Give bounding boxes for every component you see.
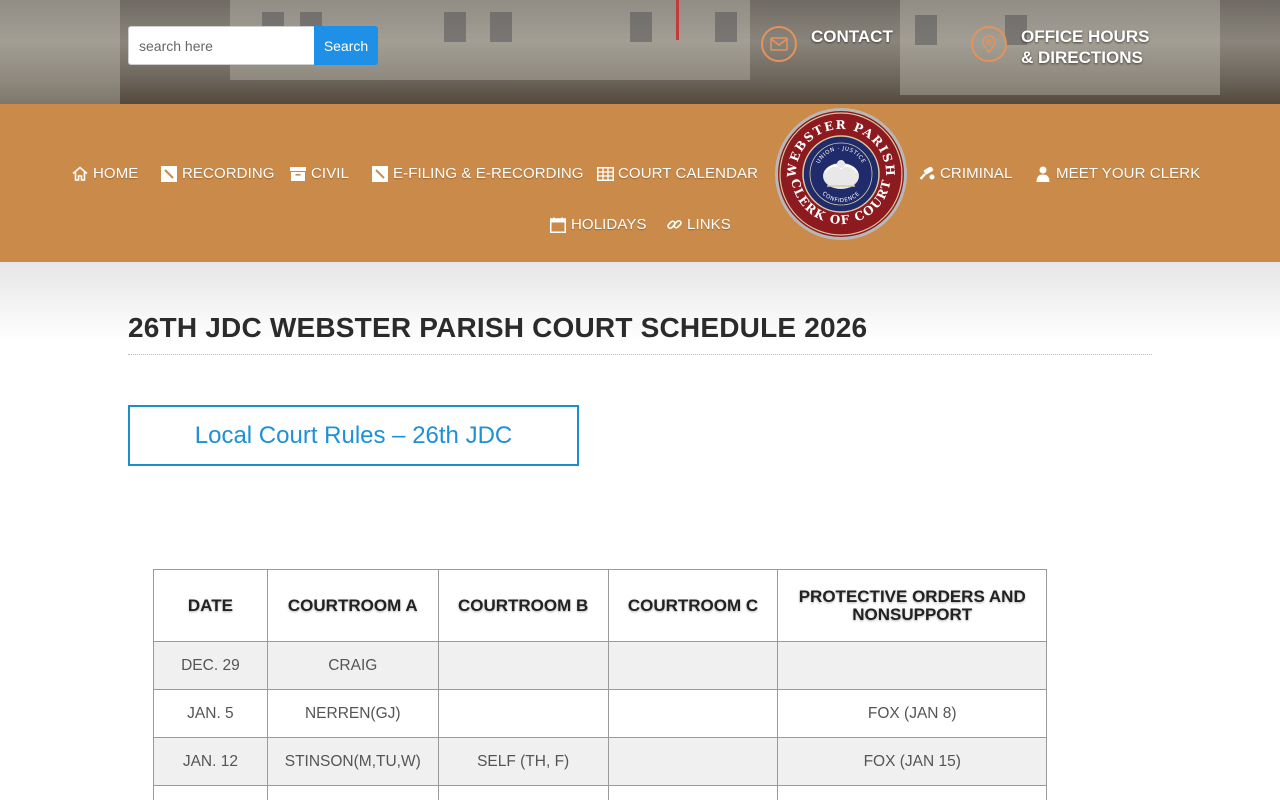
top-banner: Search CONTACT OFFICE HOURS & DIRECTIONS [0,0,1280,104]
cell-courtroom-b: SELF (TH, F) [437,737,609,786]
cell-date: JAN. 5 [153,689,268,738]
cell-courtroom-c [607,641,779,690]
column-header-protective-orders: PROTECTIVE ORDERS AND NONSUPPORT [777,569,1047,642]
nav-label-meet-your-clerk: MEET YOUR CLERK [1056,165,1201,182]
nav-item-recording[interactable]: RECORDING [160,165,275,182]
nav-label-civil: CIVIL [311,165,350,182]
cell-courtroom-c [607,737,779,786]
banner-photo-window [444,12,466,42]
office-hours-link[interactable]: OFFICE HOURS & DIRECTIONS [971,26,1149,68]
banner-photo-window [630,12,652,42]
search-button[interactable]: Search [314,26,378,65]
contact-label: CONTACT [811,27,893,46]
cell-protective-orders: FOX (JAN 8) [777,689,1047,738]
home-icon [71,166,89,182]
nav-label-efiling: E-FILING & E-RECORDING [393,165,584,182]
table-icon [596,166,614,182]
cell-date [153,785,268,800]
office-hours-line1: OFFICE HOURS [1021,27,1150,46]
cell-protective-orders [777,785,1047,800]
nav-label-criminal: CRIMINAL [940,165,1013,182]
nav-item-criminal[interactable]: CRIMINAL [918,165,1012,182]
nav-item-civil[interactable]: CIVIL [289,165,349,182]
banner-photo-window [715,12,737,42]
table-row: JAN. 12 STINSON(M,TU,W) SELF (TH, F) FOX… [153,737,1047,786]
cell-courtroom-c [607,689,779,738]
table-row: JAN. 5 NERREN(GJ) FOX (JAN 8) [153,689,1047,738]
cell-protective-orders: FOX (JAN 15) [777,737,1047,786]
user-icon [1034,166,1052,182]
cell-courtroom-a [266,785,439,800]
banner-photo-window [490,12,512,42]
nav-label-recording: RECORDING [182,165,275,182]
clerk-seal-icon: WEBSTER PARISH CLERK OF COURT UNION · JU… [775,108,907,240]
column-header-courtroom-b: COURTROOM B [437,569,609,642]
banner-photo-building [0,0,120,104]
cell-date: DEC. 29 [153,641,268,690]
nav-label-holidays: HOLIDAYS [571,216,647,233]
cell-courtroom-b [437,641,609,690]
nav-item-efiling[interactable]: E-FILING & E-RECORDING [371,165,584,182]
envelope-icon [761,26,797,62]
cell-courtroom-a: CRAIG [266,641,439,690]
map-pin-icon [971,26,1007,62]
archive-icon [289,166,307,182]
banner-photo-window [915,15,937,45]
cell-protective-orders [777,641,1047,690]
banner-photo-flagpole [676,0,679,40]
table-row: DEC. 29 CRAIG [153,641,1047,690]
table-header-row: DATE COURTROOM A COURTROOM B COURTROOM C… [153,569,1047,642]
nav-item-court-calendar[interactable]: COURT CALENDAR [596,165,758,182]
link-icon [665,217,683,233]
cell-courtroom-a: NERREN(GJ) [266,689,439,738]
main-nav: HOME RECORDING CIVIL E-FILING & E-RECORD… [0,104,1280,262]
search-input[interactable] [128,26,314,65]
page-title: 26TH JDC WEBSTER PARISH COURT SCHEDULE 2… [128,312,1152,355]
edit-icon [160,165,178,182]
column-header-courtroom-c: COURTROOM C [607,569,779,642]
nav-item-meet-your-clerk[interactable]: MEET YOUR CLERK [1034,165,1200,182]
office-hours-label: OFFICE HOURS & DIRECTIONS [1021,26,1149,68]
nav-label-home: HOME [93,165,139,182]
cell-courtroom-b [437,689,609,738]
contact-link[interactable]: CONTACT [761,26,893,62]
edit-icon [371,165,389,182]
cell-courtroom-b [437,785,609,800]
cell-courtroom-c [607,785,779,800]
nav-item-home[interactable]: HOME [71,165,138,182]
nav-label-court-calendar: COURT CALENDAR [618,165,759,182]
column-header-courtroom-a: COURTROOM A [266,569,439,642]
nav-label-links: LINKS [687,216,731,233]
site-logo[interactable]: WEBSTER PARISH CLERK OF COURT UNION · JU… [773,106,909,242]
cell-courtroom-a: STINSON(M,TU,W) [266,737,439,786]
table-row [153,785,1047,800]
court-schedule-table: DATE COURTROOM A COURTROOM B COURTROOM C… [153,569,1047,800]
calendar-icon [549,217,567,233]
column-header-date: DATE [153,569,268,642]
cell-date: JAN. 12 [153,737,268,786]
office-hours-line2: & DIRECTIONS [1021,48,1143,67]
nav-item-holidays[interactable]: HOLIDAYS [549,216,647,233]
gavel-icon [918,166,936,182]
nav-item-links[interactable]: LINKS [665,216,731,233]
local-court-rules-button[interactable]: Local Court Rules – 26th JDC [128,405,579,466]
search-form: Search [128,26,378,65]
